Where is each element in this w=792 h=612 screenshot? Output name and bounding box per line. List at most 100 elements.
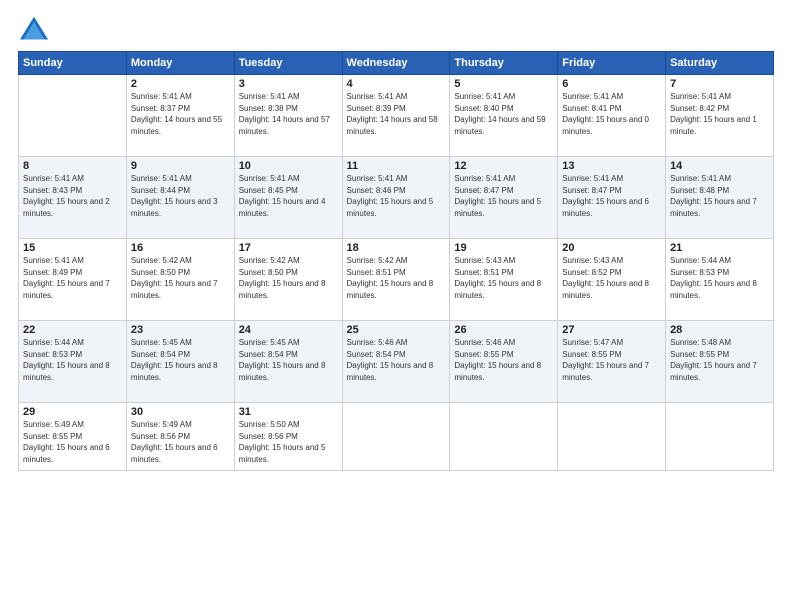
calendar-cell: 6 Sunrise: 5:41 AMSunset: 8:41 PMDaylight… bbox=[558, 75, 666, 157]
cell-info: Sunrise: 5:46 AMSunset: 8:55 PMDaylight:… bbox=[454, 338, 541, 382]
cell-info: Sunrise: 5:42 AMSunset: 8:50 PMDaylight:… bbox=[131, 256, 218, 300]
day-number: 31 bbox=[239, 406, 338, 418]
cell-info: Sunrise: 5:47 AMSunset: 8:55 PMDaylight:… bbox=[562, 338, 649, 382]
cell-info: Sunrise: 5:49 AMSunset: 8:56 PMDaylight:… bbox=[131, 420, 218, 464]
calendar-cell: 27 Sunrise: 5:47 AMSunset: 8:55 PMDayligh… bbox=[558, 321, 666, 403]
weekday-header: Tuesday bbox=[234, 52, 342, 75]
cell-info: Sunrise: 5:41 AMSunset: 8:46 PMDaylight:… bbox=[347, 174, 434, 218]
calendar-cell bbox=[666, 403, 774, 471]
calendar-cell: 17 Sunrise: 5:42 AMSunset: 8:50 PMDayligh… bbox=[234, 239, 342, 321]
calendar-week-row: 8 Sunrise: 5:41 AMSunset: 8:43 PMDaylight… bbox=[19, 157, 774, 239]
cell-info: Sunrise: 5:48 AMSunset: 8:55 PMDaylight:… bbox=[670, 338, 757, 382]
day-number: 11 bbox=[347, 160, 446, 172]
weekday-header: Friday bbox=[558, 52, 666, 75]
cell-info: Sunrise: 5:41 AMSunset: 8:37 PMDaylight:… bbox=[131, 92, 222, 136]
calendar-cell: 28 Sunrise: 5:48 AMSunset: 8:55 PMDayligh… bbox=[666, 321, 774, 403]
day-number: 6 bbox=[562, 78, 661, 90]
day-number: 3 bbox=[239, 78, 338, 90]
cell-info: Sunrise: 5:41 AMSunset: 8:49 PMDaylight:… bbox=[23, 256, 110, 300]
calendar-cell: 24 Sunrise: 5:45 AMSunset: 8:54 PMDayligh… bbox=[234, 321, 342, 403]
logo-icon bbox=[18, 15, 50, 43]
day-number: 2 bbox=[131, 78, 230, 90]
cell-info: Sunrise: 5:50 AMSunset: 8:56 PMDaylight:… bbox=[239, 420, 326, 464]
day-number: 30 bbox=[131, 406, 230, 418]
calendar-cell: 20 Sunrise: 5:43 AMSunset: 8:52 PMDayligh… bbox=[558, 239, 666, 321]
weekday-header: Saturday bbox=[666, 52, 774, 75]
cell-info: Sunrise: 5:46 AMSunset: 8:54 PMDaylight:… bbox=[347, 338, 434, 382]
cell-info: Sunrise: 5:41 AMSunset: 8:38 PMDaylight:… bbox=[239, 92, 330, 136]
day-number: 12 bbox=[454, 160, 553, 172]
calendar-table: SundayMondayTuesdayWednesdayThursdayFrid… bbox=[18, 51, 774, 471]
calendar-cell: 9 Sunrise: 5:41 AMSunset: 8:44 PMDaylight… bbox=[126, 157, 234, 239]
weekday-header: Thursday bbox=[450, 52, 558, 75]
cell-info: Sunrise: 5:44 AMSunset: 8:53 PMDaylight:… bbox=[670, 256, 757, 300]
header bbox=[18, 15, 774, 43]
calendar-week-row: 29 Sunrise: 5:49 AMSunset: 8:55 PMDayligh… bbox=[19, 403, 774, 471]
cell-info: Sunrise: 5:42 AMSunset: 8:50 PMDaylight:… bbox=[239, 256, 326, 300]
calendar-cell: 16 Sunrise: 5:42 AMSunset: 8:50 PMDayligh… bbox=[126, 239, 234, 321]
calendar-cell bbox=[19, 75, 127, 157]
cell-info: Sunrise: 5:41 AMSunset: 8:40 PMDaylight:… bbox=[454, 92, 545, 136]
calendar-cell: 23Sunrise: 5:45 AMSunset: 8:54 PMDayligh… bbox=[126, 321, 234, 403]
calendar-cell: 22 Sunrise: 5:44 AMSunset: 8:53 PMDayligh… bbox=[19, 321, 127, 403]
calendar-cell: 12 Sunrise: 5:41 AMSunset: 8:47 PMDayligh… bbox=[450, 157, 558, 239]
day-number: 10 bbox=[239, 160, 338, 172]
day-number: 24 bbox=[239, 324, 338, 336]
calendar-week-row: 2 Sunrise: 5:41 AMSunset: 8:37 PMDaylight… bbox=[19, 75, 774, 157]
calendar-cell: 10 Sunrise: 5:41 AMSunset: 8:45 PMDayligh… bbox=[234, 157, 342, 239]
calendar-cell: 30 Sunrise: 5:49 AMSunset: 8:56 PMDayligh… bbox=[126, 403, 234, 471]
cell-info: Sunrise: 5:41 AMSunset: 8:42 PMDaylight:… bbox=[670, 92, 757, 136]
cell-info: Sunrise: 5:45 AMSunset: 8:54 PMDaylight:… bbox=[239, 338, 326, 382]
day-number: 8 bbox=[23, 160, 122, 172]
cell-info: Sunrise: 5:44 AMSunset: 8:53 PMDaylight:… bbox=[23, 338, 110, 382]
calendar-cell: 2 Sunrise: 5:41 AMSunset: 8:37 PMDaylight… bbox=[126, 75, 234, 157]
day-number: 21 bbox=[670, 242, 769, 254]
calendar-cell bbox=[450, 403, 558, 471]
day-number: 26 bbox=[454, 324, 553, 336]
cell-info: Sunrise: 5:41 AMSunset: 8:45 PMDaylight:… bbox=[239, 174, 326, 218]
calendar-week-row: 15 Sunrise: 5:41 AMSunset: 8:49 PMDayligh… bbox=[19, 239, 774, 321]
calendar-cell: 18 Sunrise: 5:42 AMSunset: 8:51 PMDayligh… bbox=[342, 239, 450, 321]
weekday-header: Sunday bbox=[19, 52, 127, 75]
cell-info: Sunrise: 5:42 AMSunset: 8:51 PMDaylight:… bbox=[347, 256, 434, 300]
cell-info: Sunrise: 5:49 AMSunset: 8:55 PMDaylight:… bbox=[23, 420, 110, 464]
day-number: 18 bbox=[347, 242, 446, 254]
cell-info: Sunrise: 5:41 AMSunset: 8:44 PMDaylight:… bbox=[131, 174, 218, 218]
calendar-cell: 15 Sunrise: 5:41 AMSunset: 8:49 PMDayligh… bbox=[19, 239, 127, 321]
day-number: 19 bbox=[454, 242, 553, 254]
calendar-cell: 7Sunrise: 5:41 AMSunset: 8:42 PMDaylight… bbox=[666, 75, 774, 157]
calendar-cell bbox=[558, 403, 666, 471]
calendar-cell: 8 Sunrise: 5:41 AMSunset: 8:43 PMDaylight… bbox=[19, 157, 127, 239]
day-number: 15 bbox=[23, 242, 122, 254]
cell-info: Sunrise: 5:41 AMSunset: 8:48 PMDaylight:… bbox=[670, 174, 757, 218]
day-number: 29 bbox=[23, 406, 122, 418]
calendar-cell: 26 Sunrise: 5:46 AMSunset: 8:55 PMDayligh… bbox=[450, 321, 558, 403]
cell-info: Sunrise: 5:41 AMSunset: 8:39 PMDaylight:… bbox=[347, 92, 438, 136]
calendar-cell: 21 Sunrise: 5:44 AMSunset: 8:53 PMDayligh… bbox=[666, 239, 774, 321]
calendar-cell bbox=[342, 403, 450, 471]
day-number: 28 bbox=[670, 324, 769, 336]
cell-info: Sunrise: 5:41 AMSunset: 8:41 PMDaylight:… bbox=[562, 92, 649, 136]
cell-info: Sunrise: 5:41 AMSunset: 8:47 PMDaylight:… bbox=[454, 174, 541, 218]
day-number: 16 bbox=[131, 242, 230, 254]
calendar-cell: 11 Sunrise: 5:41 AMSunset: 8:46 PMDayligh… bbox=[342, 157, 450, 239]
day-number: 9 bbox=[131, 160, 230, 172]
weekday-header: Wednesday bbox=[342, 52, 450, 75]
cell-info: Sunrise: 5:41 AMSunset: 8:43 PMDaylight:… bbox=[23, 174, 110, 218]
day-number: 4 bbox=[347, 78, 446, 90]
day-number: 13 bbox=[562, 160, 661, 172]
logo bbox=[18, 15, 52, 43]
day-number: 27 bbox=[562, 324, 661, 336]
day-number: 22 bbox=[23, 324, 122, 336]
weekday-header: Monday bbox=[126, 52, 234, 75]
day-number: 17 bbox=[239, 242, 338, 254]
calendar-cell: 13 Sunrise: 5:41 AMSunset: 8:47 PMDayligh… bbox=[558, 157, 666, 239]
day-number: 20 bbox=[562, 242, 661, 254]
day-number: 25 bbox=[347, 324, 446, 336]
calendar-cell: 3 Sunrise: 5:41 AMSunset: 8:38 PMDaylight… bbox=[234, 75, 342, 157]
cell-info: Sunrise: 5:41 AMSunset: 8:47 PMDaylight:… bbox=[562, 174, 649, 218]
page: SundayMondayTuesdayWednesdayThursdayFrid… bbox=[0, 0, 792, 612]
day-number: 5 bbox=[454, 78, 553, 90]
calendar-cell: 14Sunrise: 5:41 AMSunset: 8:48 PMDayligh… bbox=[666, 157, 774, 239]
cell-info: Sunrise: 5:43 AMSunset: 8:52 PMDaylight:… bbox=[562, 256, 649, 300]
